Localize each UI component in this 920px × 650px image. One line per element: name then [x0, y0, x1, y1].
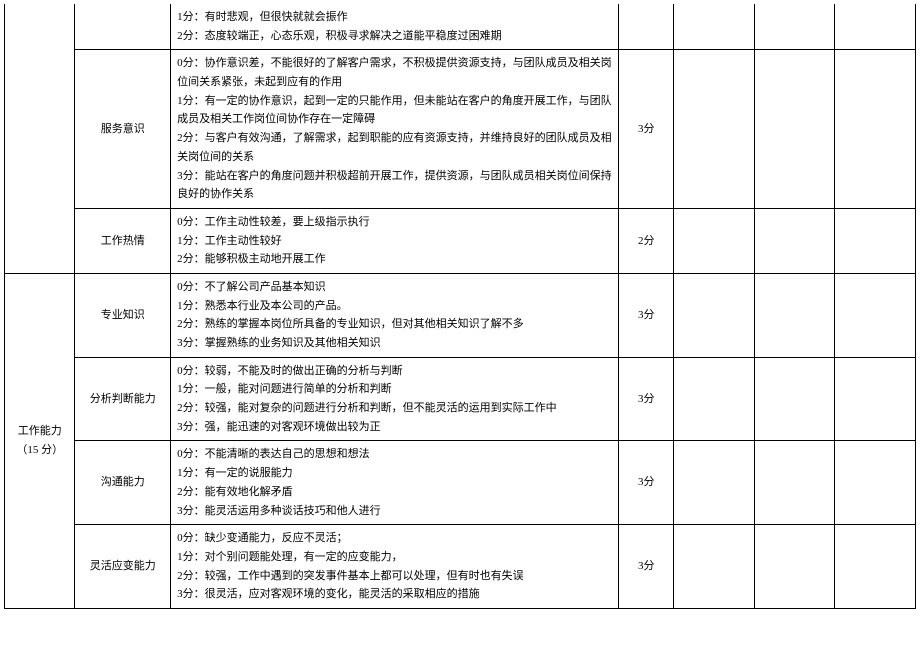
table-row: 灵活应变能力 0分：缺少变通能力，反应不灵活；1分：对个别问题能处理，有一定的应变… — [5, 525, 916, 609]
blank-cell — [835, 4, 916, 50]
blank-cell — [835, 525, 916, 609]
blank-cell — [674, 273, 755, 357]
score-value: 3分 — [638, 123, 655, 135]
blank-cell — [754, 50, 835, 209]
score-cell: 3分 — [619, 273, 674, 357]
score-value: 2分 — [638, 235, 655, 247]
blank-cell — [754, 525, 835, 609]
table-row: 服务意识 0分：协作意识差，不能很好的了解客户需求，不积极提供资源支持，与团队成员… — [5, 50, 916, 209]
criteria-cell: 0分：不能清晰的表达自己的思想和想法1分：有一定的说服能力2分：能有效地化解矛盾… — [171, 441, 619, 525]
item-cell: 分析判断能力 — [75, 357, 171, 441]
blank-cell — [674, 357, 755, 441]
criteria-line: 0分：较弱，不能及时的做出正确的分析与判断 — [177, 362, 612, 381]
criteria-line: 0分：工作主动性较差，要上级指示执行 — [177, 213, 612, 232]
criteria-line: 1分：有一定的说服能力 — [177, 464, 612, 483]
score-cell — [619, 4, 674, 50]
item-label: 工作热情 — [101, 235, 145, 247]
score-value: 3分 — [638, 560, 655, 572]
criteria-line: 3分：掌握熟练的业务知识及其他相关知识 — [177, 334, 612, 353]
category-cell — [5, 4, 75, 273]
criteria-line: 0分：协作意识差，不能很好的了解客户需求，不积极提供资源支持，与团队成员及相关岗… — [177, 54, 612, 91]
blank-cell — [835, 441, 916, 525]
category-cell: 工作能力（15 分） — [5, 273, 75, 608]
criteria-line: 2分：能够积极主动地开展工作 — [177, 250, 612, 269]
blank-cell — [835, 208, 916, 273]
table-row: 工作热情 0分：工作主动性较差，要上级指示执行1分：工作主动性较好2分：能够积极主… — [5, 208, 916, 273]
item-cell: 专业知识 — [75, 273, 171, 357]
criteria-line: 1分：有一定的协作意识，起到一定的只能作用，但未能站在客户的角度开展工作，与团队… — [177, 92, 612, 129]
criteria-line: 1分：工作主动性较好 — [177, 232, 612, 251]
criteria-line: 3分：很灵活，应对客观环境的变化，能灵活的采取相应的措施 — [177, 585, 612, 604]
item-cell: 沟通能力 — [75, 441, 171, 525]
item-cell: 服务意识 — [75, 50, 171, 209]
criteria-line: 1分：熟悉本行业及本公司的产品。 — [177, 297, 612, 316]
criteria-line: 2分：熟练的掌握本岗位所具备的专业知识，但对其他相关知识了解不多 — [177, 315, 612, 334]
table-row: 1分：有时悲观，但很快就就会振作2分：态度较端正，心态乐观，积极寻求解决之道能平… — [5, 4, 916, 50]
criteria-line: 0分：不能清晰的表达自己的思想和想法 — [177, 445, 612, 464]
table-row: 沟通能力 0分：不能清晰的表达自己的思想和想法1分：有一定的说服能力2分：能有效地… — [5, 441, 916, 525]
score-cell: 3分 — [619, 525, 674, 609]
criteria-line: 2分：能有效地化解矛盾 — [177, 483, 612, 502]
score-value: 3分 — [638, 393, 655, 405]
criteria-cell: 0分：工作主动性较差，要上级指示执行1分：工作主动性较好2分：能够积极主动地开展… — [171, 208, 619, 273]
score-cell: 3分 — [619, 357, 674, 441]
item-label: 专业知识 — [101, 309, 145, 321]
criteria-line: 2分：较强，能对复杂的问题进行分析和判断，但不能灵活的运用到实际工作中 — [177, 399, 612, 418]
criteria-cell: 0分：缺少变通能力，反应不灵活；1分：对个别问题能处理，有一定的应变能力，2分：… — [171, 525, 619, 609]
criteria-cell: 0分：较弱，不能及时的做出正确的分析与判断1分：一般，能对问题进行简单的分析和判… — [171, 357, 619, 441]
evaluation-table: 1分：有时悲观，但很快就就会振作2分：态度较端正，心态乐观，积极寻求解决之道能平… — [4, 4, 916, 609]
score-cell: 2分 — [619, 208, 674, 273]
criteria-cell: 1分：有时悲观，但很快就就会振作2分：态度较端正，心态乐观，积极寻求解决之道能平… — [171, 4, 619, 50]
criteria-line: 0分：缺少变通能力，反应不灵活； — [177, 529, 612, 548]
table-row: 工作能力（15 分）专业知识0分：不了解公司产品基本知识1分：熟悉本行业及本公司… — [5, 273, 916, 357]
blank-cell — [835, 273, 916, 357]
criteria-line: 2分：较强，工作中遇到的突发事件基本上都可以处理，但有时也有失误 — [177, 567, 612, 586]
blank-cell — [674, 50, 755, 209]
criteria-line: 3分：能灵活运用多种谈话技巧和他人进行 — [177, 502, 612, 521]
score-value: 3分 — [638, 476, 655, 488]
criteria-line: 1分：有时悲观，但很快就就会振作 — [177, 8, 612, 27]
table-row: 分析判断能力 0分：较弱，不能及时的做出正确的分析与判断1分：一般，能对问题进行简… — [5, 357, 916, 441]
blank-cell — [835, 357, 916, 441]
category-label: 工作能力（15 分） — [16, 425, 63, 456]
item-cell: 工作热情 — [75, 208, 171, 273]
blank-cell — [754, 4, 835, 50]
blank-cell — [754, 273, 835, 357]
blank-cell — [674, 4, 755, 50]
blank-cell — [754, 441, 835, 525]
blank-cell — [754, 357, 835, 441]
blank-cell — [674, 525, 755, 609]
score-cell: 3分 — [619, 441, 674, 525]
item-label: 服务意识 — [101, 123, 145, 135]
criteria-line: 3分：能站在客户的角度问题并积极超前开展工作，提供资源，与团队成员相关岗位间保持… — [177, 167, 612, 204]
criteria-line: 1分：一般，能对问题进行简单的分析和判断 — [177, 380, 612, 399]
score-value: 3分 — [638, 309, 655, 321]
item-label: 沟通能力 — [101, 476, 145, 488]
criteria-line: 2分：与客户有效沟通，了解需求，起到职能的应有资源支持，并维持良好的团队成员及相… — [177, 129, 612, 166]
blank-cell — [835, 50, 916, 209]
blank-cell — [754, 208, 835, 273]
criteria-line: 2分：态度较端正，心态乐观，积极寻求解决之道能平稳度过困难期 — [177, 27, 612, 46]
item-label: 灵活应变能力 — [90, 560, 156, 572]
criteria-line: 0分：不了解公司产品基本知识 — [177, 278, 612, 297]
item-cell — [75, 4, 171, 50]
criteria-cell: 0分：协作意识差，不能很好的了解客户需求，不积极提供资源支持，与团队成员及相关岗… — [171, 50, 619, 209]
item-label: 分析判断能力 — [90, 393, 156, 405]
blank-cell — [674, 441, 755, 525]
criteria-cell: 0分：不了解公司产品基本知识1分：熟悉本行业及本公司的产品。2分：熟练的掌握本岗… — [171, 273, 619, 357]
item-cell: 灵活应变能力 — [75, 525, 171, 609]
criteria-line: 1分：对个别问题能处理，有一定的应变能力， — [177, 548, 612, 567]
criteria-line: 3分：强，能迅速的对客观环境做出较为正 — [177, 418, 612, 437]
blank-cell — [674, 208, 755, 273]
score-cell: 3分 — [619, 50, 674, 209]
